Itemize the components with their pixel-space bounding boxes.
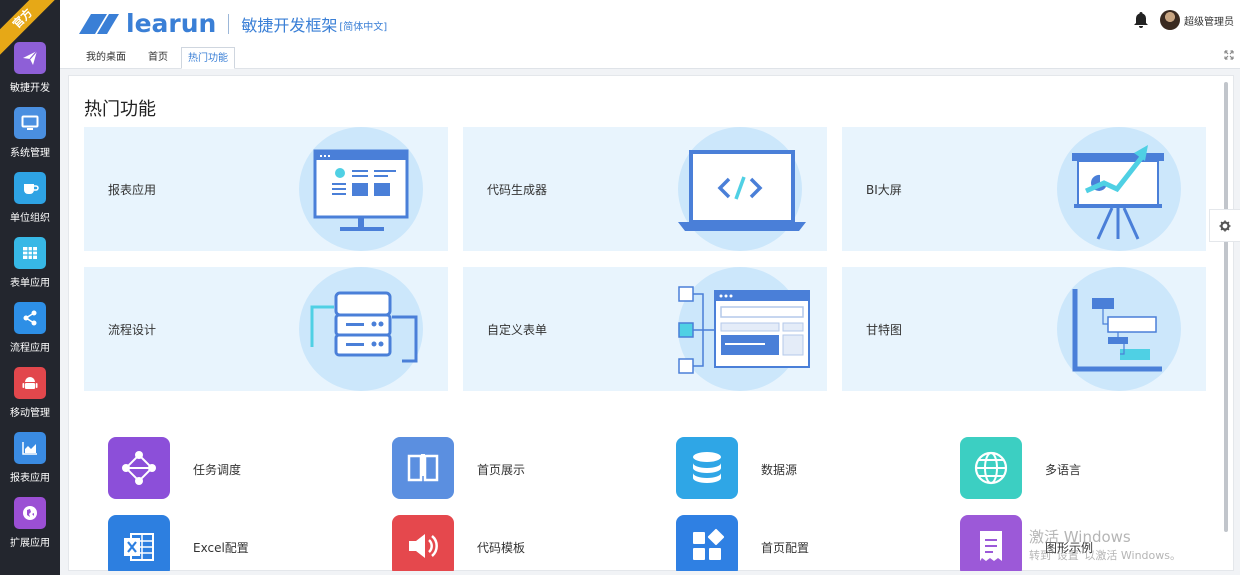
bell-icon[interactable] [1131,10,1151,30]
app-multi-language[interactable]: 多语言 [960,437,1190,499]
feature-card-bi[interactable]: BI大屏 [842,127,1206,251]
sidebar-item-mobile[interactable]: 移动管理 [0,367,60,427]
server-flow-illustration [310,291,418,363]
gantt-chart-illustration [1072,289,1162,372]
app-homepage-config[interactable]: 首页配置 [676,515,906,571]
sidebar-item-system[interactable]: 系统管理 [0,107,60,167]
app-label: 代码模板 [477,541,526,555]
windows-activation-title: 激活 Windows [1029,528,1131,546]
grid-icon [14,237,46,269]
app-label: Excel配置 [193,541,249,555]
excel-icon [108,515,170,571]
globe-icon [14,497,46,529]
brand-logo[interactable]: learun 敏捷开发框架 [简体中文] [77,9,387,38]
tab-bar: 我的桌面 首页 热门功能 [60,44,1240,69]
feature-card-gantt[interactable]: 甘特图 [842,267,1206,391]
top-header: learun 敏捷开发框架 [简体中文] 超级管理员 [60,0,1240,44]
sidebar-item-label: 移动管理 [10,408,50,419]
sidebar-item-label: 敏捷开发 [10,83,50,94]
form-layout-illustration [678,286,810,374]
bi-easel-illustration [1072,145,1164,240]
windows-activation-hint: 转到“设置”以激活 Windows。 [1029,549,1181,562]
feature-card-custom-form[interactable]: 自定义表单 [463,267,827,391]
app-label: 首页配置 [761,541,810,555]
app-label: 多语言 [1045,463,1082,477]
user-name[interactable]: 超级管理员 [1184,13,1234,28]
language-switch[interactable]: [简体中文] [339,18,387,33]
sidebar-item-flow-app[interactable]: 流程应用 [0,302,60,362]
tab-my-desktop[interactable]: 我的桌面 [80,47,132,69]
brand-name: learun [126,9,217,38]
app-label: 任务调度 [193,463,242,477]
speaker-icon [392,515,454,571]
brand-subtitle: 敏捷开发框架 [241,15,338,35]
report-monitor-illustration [313,149,409,231]
fullscreen-icon[interactable] [1224,50,1234,60]
app-homepage-display[interactable]: 首页展示 [392,437,622,499]
globe-icon [960,437,1022,499]
area-chart-icon [14,432,46,464]
avatar[interactable] [1160,10,1180,30]
paper-plane-icon [14,42,46,74]
tab-home[interactable]: 首页 [142,47,174,69]
app-excel-config[interactable]: Excel配置 [108,515,338,571]
sidebar-item-report[interactable]: 报表应用 [0,432,60,492]
sidebar-item-label: 扩展应用 [10,538,50,549]
book-icon [392,437,454,499]
sidebar-item-label: 流程应用 [10,343,50,354]
app-label: 数据源 [761,463,798,477]
database-icon [676,437,738,499]
app-code-template[interactable]: 代码模板 [392,515,622,571]
sidebar-item-label: 单位组织 [10,213,50,224]
vertical-scrollbar[interactable] [1224,82,1228,532]
code-laptop-illustration [678,150,806,231]
android-icon [14,367,46,399]
learun-logo-icon [79,13,119,34]
tab-hot-features[interactable]: 热门功能 [181,47,235,69]
brand-divider [228,13,230,34]
user-area: 超级管理员 [1131,10,1234,30]
sidebar-item-label: 系统管理 [10,148,50,159]
feature-card-flow-design[interactable]: 流程设计 [84,267,448,391]
page-title: 热门功能 [84,99,156,120]
settings-button[interactable] [1209,209,1240,242]
feature-card-report[interactable]: 报表应用 [84,127,448,251]
app-data-source[interactable]: 数据源 [676,437,906,499]
monitor-icon [14,107,46,139]
flow-nodes-icon [108,437,170,499]
sidebar-item-org[interactable]: 单位组织 [0,172,60,232]
sidebar-item-label: 表单应用 [10,278,50,289]
sidebar-item-label: 报表应用 [10,473,50,484]
app-task-scheduling[interactable]: 任务调度 [108,437,338,499]
left-sidebar: 官方 敏捷开发 系统管理 单位组织 表单应用 流程应用 移动管理 报表应用 扩展… [0,0,60,575]
app-label: 首页展示 [477,463,526,477]
sidebar-item-extend[interactable]: 扩展应用 [0,497,60,557]
sidebar-item-form-app[interactable]: 表单应用 [0,237,60,297]
document-icon [960,515,1022,571]
feature-card-codegen[interactable]: 代码生成器 [463,127,827,251]
gear-icon [1219,220,1231,231]
share-icon [14,302,46,334]
cup-icon [14,172,46,204]
blocks-icon [676,515,738,571]
sidebar-item-agile-dev[interactable]: 敏捷开发 [0,42,60,102]
